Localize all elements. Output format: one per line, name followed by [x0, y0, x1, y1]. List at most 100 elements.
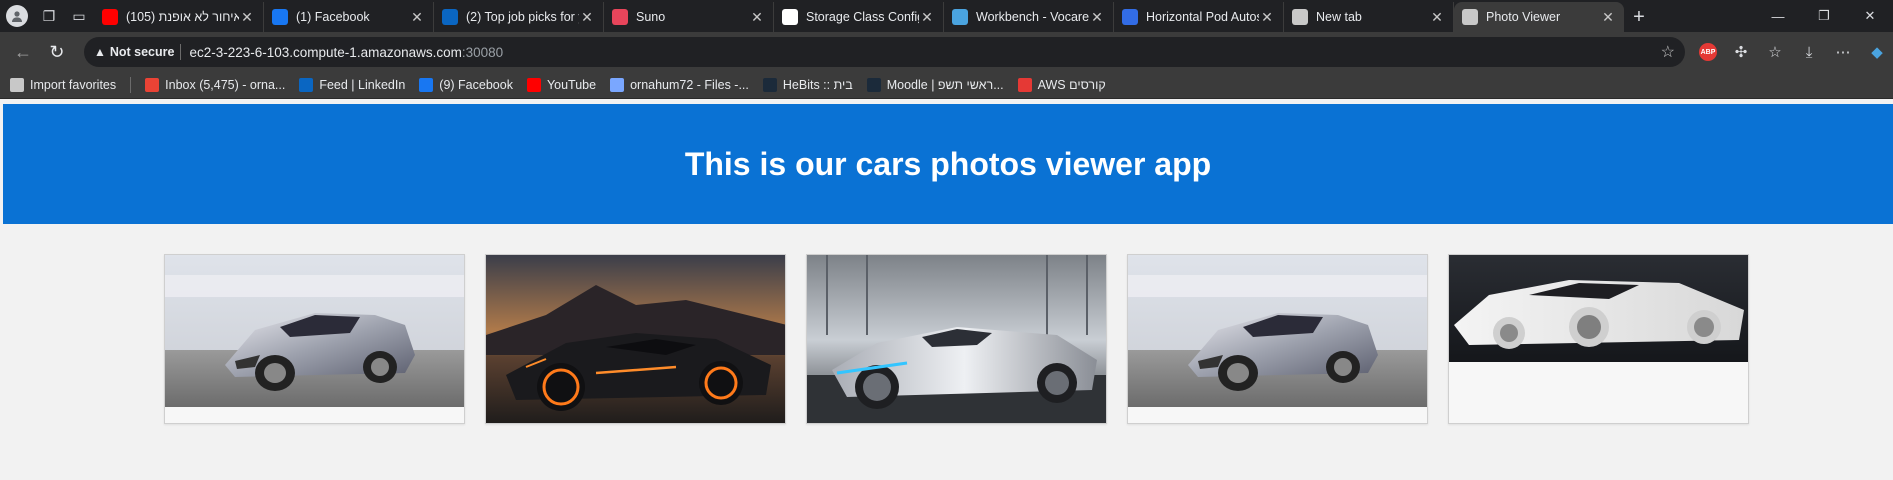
tab-globe[interactable]: Photo Viewer ✕ [1454, 2, 1624, 32]
car-photo-black-concept [486, 255, 785, 423]
tab-new-tab[interactable]: New tab ✕ [1284, 2, 1454, 32]
favorite-star-icon[interactable]: ☆ [1661, 42, 1675, 62]
back-arrow-icon[interactable]: ← [6, 35, 40, 69]
tab-kubernetes[interactable]: Horizontal Pod Autoscaling✕ [1114, 2, 1284, 32]
openai-icon [782, 9, 798, 25]
tab-suno[interactable]: Suno ✕ [604, 2, 774, 32]
bookmark-item[interactable]: Import favorites [10, 78, 116, 92]
suno-icon [612, 9, 628, 25]
adblock-plus-icon[interactable]: ABP [1699, 43, 1718, 61]
tab-openai[interactable]: Storage Class Configuration✕ [774, 2, 944, 32]
address-bar[interactable]: ▲ Not secure ec2-3-223-6-103.compute-1.a… [83, 37, 1686, 67]
close-tab-icon[interactable]: ✕ [1600, 9, 1616, 26]
close-tab-icon[interactable]: ✕ [749, 9, 765, 26]
close-tab-icon[interactable]: ✕ [409, 9, 425, 26]
tab-title: Horizontal Pod Autoscaling [1146, 10, 1259, 24]
page-content: This is our cars photos viewer app [3, 104, 1893, 480]
address-separator [180, 44, 182, 60]
linkedin-icon [299, 78, 314, 92]
bookmark-label: ornahum72 - Files -... [630, 78, 749, 92]
car-photo-silver-roadster [807, 255, 1106, 423]
url-port[interactable]: :30080 [462, 45, 503, 60]
bookmark-item[interactable]: HeBits :: בית [762, 78, 853, 92]
photo-card[interactable] [164, 254, 465, 424]
bookmark-label: Inbox (5,475) - orna... [165, 78, 286, 92]
bookmark-item[interactable]: Moodle | ראשי תשפ... [866, 78, 1004, 92]
tab-youtube[interactable]: איחור לא אופנת (105) ✕ [94, 2, 264, 32]
tab-vocareum[interactable]: Workbench - Vocareum✕ [944, 2, 1114, 32]
close-window-icon[interactable]: ✕ [1847, 0, 1893, 32]
youtube-icon [526, 78, 541, 92]
car-photo-white-concept [1449, 255, 1748, 362]
close-tab-icon[interactable]: ✕ [1089, 9, 1105, 26]
bookmark-label: (9) Facebook [439, 78, 513, 92]
window-controls: — ❐ ✕ [1755, 0, 1893, 32]
page-title: This is our cars photos viewer app [684, 145, 1212, 182]
tab-title: איחור לא אופנת (105) [126, 10, 239, 24]
tab-facebook[interactable]: (1) Facebook ✕ [264, 2, 434, 32]
vocareum-icon [952, 9, 968, 25]
bookmarks-separator [130, 77, 132, 93]
downloads-icon[interactable]: ⤓ [1799, 44, 1819, 61]
close-tab-icon[interactable]: ✕ [1259, 9, 1275, 26]
tab-title: Suno [636, 10, 666, 24]
close-tab-icon[interactable]: ✕ [919, 9, 935, 26]
minimize-icon[interactable]: — [1755, 0, 1801, 32]
tab-linkedin[interactable]: (2) Top job picks for you✕ [434, 2, 604, 32]
profile-icon[interactable] [6, 5, 28, 27]
tab-title: (1) Facebook [296, 10, 370, 24]
files-icon [610, 78, 625, 92]
refresh-icon[interactable]: ↻ [40, 35, 74, 69]
bookmark-label: Moodle | ראשי תשפ... [886, 78, 1004, 92]
restore-icon[interactable]: ❐ [1801, 0, 1847, 32]
car-photo-silver-supercar [165, 255, 464, 407]
new-tab-icon [1292, 9, 1308, 25]
warning-icon[interactable]: ▲ [94, 45, 106, 59]
photo-card[interactable] [1127, 254, 1428, 424]
copilot-icon[interactable]: ◆ [1867, 43, 1887, 61]
bookmark-label: HeBits :: בית [782, 78, 853, 92]
close-tab-icon[interactable]: ✕ [579, 9, 595, 26]
new-tab-button[interactable]: + [1624, 2, 1654, 32]
tab-actions-icon[interactable]: ▭ [70, 7, 88, 25]
tab-title: Workbench - Vocareum [976, 10, 1089, 24]
close-tab-icon[interactable]: ✕ [239, 9, 255, 26]
bookmark-item[interactable]: AWS קורסים [1017, 78, 1106, 92]
photo-card[interactable] [1448, 254, 1749, 424]
workspaces-icon[interactable]: ❐ [40, 7, 58, 25]
tab-title: (2) Top job picks for you [466, 10, 579, 24]
bookmark-label: AWS קורסים [1037, 78, 1106, 92]
bookmarks-bar: Import favorites Inbox (5,475) - orna... F… [0, 72, 1893, 99]
url-host[interactable]: ec2-3-223-6-103.compute-1.amazonaws.com [189, 45, 461, 60]
tab-title: New tab [1316, 10, 1362, 24]
bookmark-item[interactable]: YouTube [526, 78, 596, 92]
favorites-icon[interactable]: ☆ [1765, 43, 1785, 61]
import-icon [10, 78, 24, 92]
bookmark-item[interactable]: Inbox (5,475) - orna... [145, 78, 285, 92]
kubernetes-icon [1122, 9, 1138, 25]
close-tab-icon[interactable]: ✕ [1429, 9, 1445, 26]
tab-title: Storage Class Configuration [806, 10, 919, 24]
bookmark-item[interactable]: ornahum72 - Files -... [610, 78, 749, 92]
security-label[interactable]: Not secure [110, 45, 175, 59]
toolbar-extensions: ABP ✣ ☆ ⤓ ⋯ ◆ [1699, 43, 1887, 61]
gmail-icon [145, 78, 160, 92]
photo-card[interactable] [806, 254, 1107, 424]
globe-icon [1462, 9, 1478, 25]
facebook-icon [419, 78, 434, 92]
tab-strip: ❐ ▭ איחור לא אופנת (105) ✕ (1) Facebook ✕ (2… [0, 0, 1893, 32]
bookmark-item[interactable]: (9) Facebook [419, 78, 513, 92]
extensions-puzzle-icon[interactable]: ✣ [1731, 43, 1751, 61]
bookmark-item[interactable]: Feed | LinkedIn [299, 78, 405, 92]
photo-card[interactable] [485, 254, 786, 424]
more-menu-icon[interactable]: ⋯ [1833, 43, 1853, 61]
page-header: This is our cars photos viewer app [3, 104, 1893, 224]
facebook-icon [272, 9, 288, 25]
aws-icon [1017, 78, 1032, 92]
tab-title: Photo Viewer [1486, 10, 1561, 24]
navigation-bar: ← ↻ ▲ Not secure ec2-3-223-6-103.compute… [0, 32, 1893, 72]
youtube-icon [102, 9, 118, 25]
tab-list: איחור לא אופנת (105) ✕ (1) Facebook ✕ (2) To… [94, 0, 1624, 32]
car-photo-silver-supercar [1128, 255, 1427, 407]
bookmark-label: Import favorites [30, 78, 117, 92]
